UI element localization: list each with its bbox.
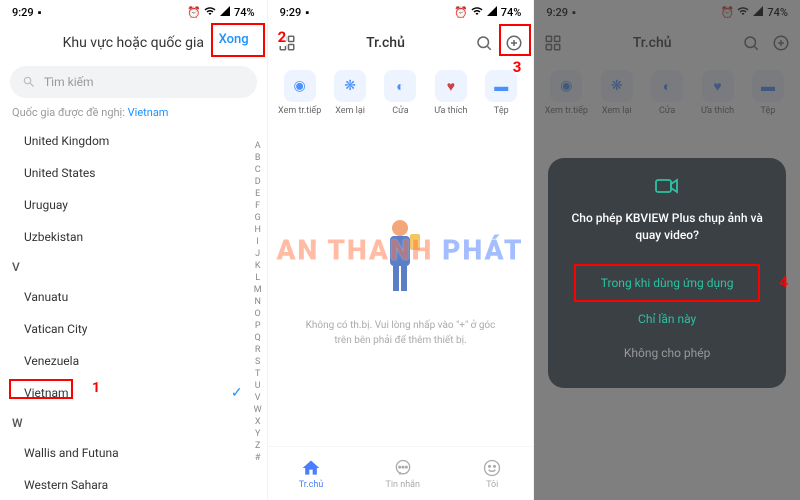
wifi-icon xyxy=(471,5,483,20)
screen-permission: 9:29▪ ⏰ 74% Tr.chủ ◉Xem tr.tiếp ❋Xem lại… xyxy=(533,0,800,500)
check-icon: ✓ xyxy=(231,385,243,401)
message-icon xyxy=(393,458,413,478)
list-item[interactable]: Vatican City xyxy=(12,313,267,345)
step-label-4: 4 xyxy=(779,273,788,291)
heart-icon: ♥ xyxy=(435,70,467,102)
section-v: V xyxy=(12,253,267,281)
empty-text-2: trên bên phải để thêm thiết bị. xyxy=(292,333,510,348)
smile-icon xyxy=(482,458,502,478)
status-app-icon: ▪ xyxy=(305,6,309,19)
permission-dialog: Cho phép KBVIEW Plus chụp ảnh và quay vi… xyxy=(548,158,786,388)
statusbar: 9:29▪ ⏰ 74% xyxy=(268,0,534,24)
country-list[interactable]: United Kingdom United States Uruguay Uzb… xyxy=(0,125,267,500)
cat-live[interactable]: ◉Xem tr.tiếp xyxy=(276,70,324,116)
list-item[interactable]: United States xyxy=(12,157,267,189)
step-label-1: 1 xyxy=(92,380,100,396)
dialog-title: Cho phép KBVIEW Plus chụp ảnh và quay vi… xyxy=(564,210,770,244)
suggested-vietnam-link[interactable]: Vietnam xyxy=(128,106,169,119)
suggested-country: Quốc gia được đề nghị: Vietnam xyxy=(0,106,267,125)
list-item[interactable]: Uruguay xyxy=(12,189,267,221)
az-index[interactable]: ABCDEFGHIJKLMNOPQRSTUVWXYZ# xyxy=(252,140,264,464)
status-app-icon: ▪ xyxy=(38,6,42,19)
header: Khu vực hoặc quốc gia Xong xyxy=(0,24,267,62)
camera-icon: ◉ xyxy=(284,70,316,102)
list-item[interactable]: United Kingdom xyxy=(12,125,267,157)
cat-playback[interactable]: ❋Xem lại xyxy=(326,70,374,116)
list-item[interactable]: Wallis and Futuna xyxy=(12,437,267,469)
list-item[interactable]: Western Sahara xyxy=(12,469,267,500)
search-icon xyxy=(22,75,36,89)
section-w: W xyxy=(12,409,267,437)
header: Tr.chủ xyxy=(268,24,534,62)
list-item-vietnam[interactable]: Vietnam ✓ 1 xyxy=(12,377,267,409)
home-icon xyxy=(301,458,321,478)
option-deny[interactable]: Không cho phép xyxy=(564,336,770,370)
screen-home: 9:29▪ ⏰ 74% Tr.chủ 2 3 ◉Xem tr.tiếp ❋Xem… xyxy=(267,0,534,500)
battery-pct: 74% xyxy=(501,6,522,19)
battery-pct: 74% xyxy=(234,6,255,19)
cat-door[interactable]: ◐Cửa xyxy=(376,70,424,116)
door-icon: ◐ xyxy=(384,70,416,102)
signal-icon xyxy=(219,5,231,20)
page-title: Khu vực hoặc quốc gia xyxy=(63,35,204,51)
highlight-vietnam xyxy=(9,379,73,399)
bottom-nav: Tr.chủ Tin nhắn Tôi xyxy=(268,446,534,500)
nav-home[interactable]: Tr.chủ xyxy=(299,458,324,490)
signal-icon xyxy=(486,5,498,20)
search-icon[interactable] xyxy=(475,34,493,52)
highlight-plus xyxy=(499,24,531,56)
empty-text-1: Không có th.bị. Vui lòng nhấp vào "+" ở … xyxy=(292,318,510,333)
statusbar: 9:29 ▪ ⏰ 74% xyxy=(0,0,267,24)
wifi-icon xyxy=(204,5,216,20)
playback-icon: ❋ xyxy=(334,70,366,102)
step-label-3: 3 xyxy=(513,58,522,76)
nav-me[interactable]: Tôi xyxy=(482,458,502,490)
highlight-done xyxy=(211,23,265,57)
search-input[interactable]: Tìm kiếm xyxy=(10,66,257,98)
cat-files[interactable]: ▬Tệp xyxy=(477,70,525,116)
status-time: 9:29 xyxy=(12,6,34,19)
list-item[interactable]: Uzbekistan xyxy=(12,221,267,253)
cat-favorite[interactable]: ♥Ưa thích xyxy=(427,70,475,116)
alarm-icon: ⏰ xyxy=(187,6,201,19)
video-icon xyxy=(564,176,770,200)
option-while-using[interactable]: Trong khi dùng ứng dụng xyxy=(576,266,758,300)
category-row: ◉Xem tr.tiếp ❋Xem lại ◐Cửa ♥Ưa thích ▬Tệ… xyxy=(268,62,534,116)
page-title: Tr.chủ xyxy=(366,35,405,51)
step-label-2: 2 xyxy=(278,28,287,46)
list-item[interactable]: Venezuela xyxy=(12,345,267,377)
nav-messages[interactable]: Tin nhắn xyxy=(385,458,420,490)
empty-state: Không có th.bị. Vui lòng nhấp vào "+" ở … xyxy=(268,116,534,348)
empty-illustration xyxy=(355,196,445,306)
alarm-icon: ⏰ xyxy=(454,6,468,19)
list-item[interactable]: Vanuatu xyxy=(12,281,267,313)
option-only-once[interactable]: Chỉ lần này xyxy=(564,302,770,336)
highlight-option: Trong khi dùng ứng dụng xyxy=(574,264,760,302)
screen-country-select: 9:29 ▪ ⏰ 74% Khu vực hoặc quốc gia Xong T… xyxy=(0,0,267,500)
status-time: 9:29 xyxy=(280,6,302,19)
search-placeholder: Tìm kiếm xyxy=(44,75,94,89)
